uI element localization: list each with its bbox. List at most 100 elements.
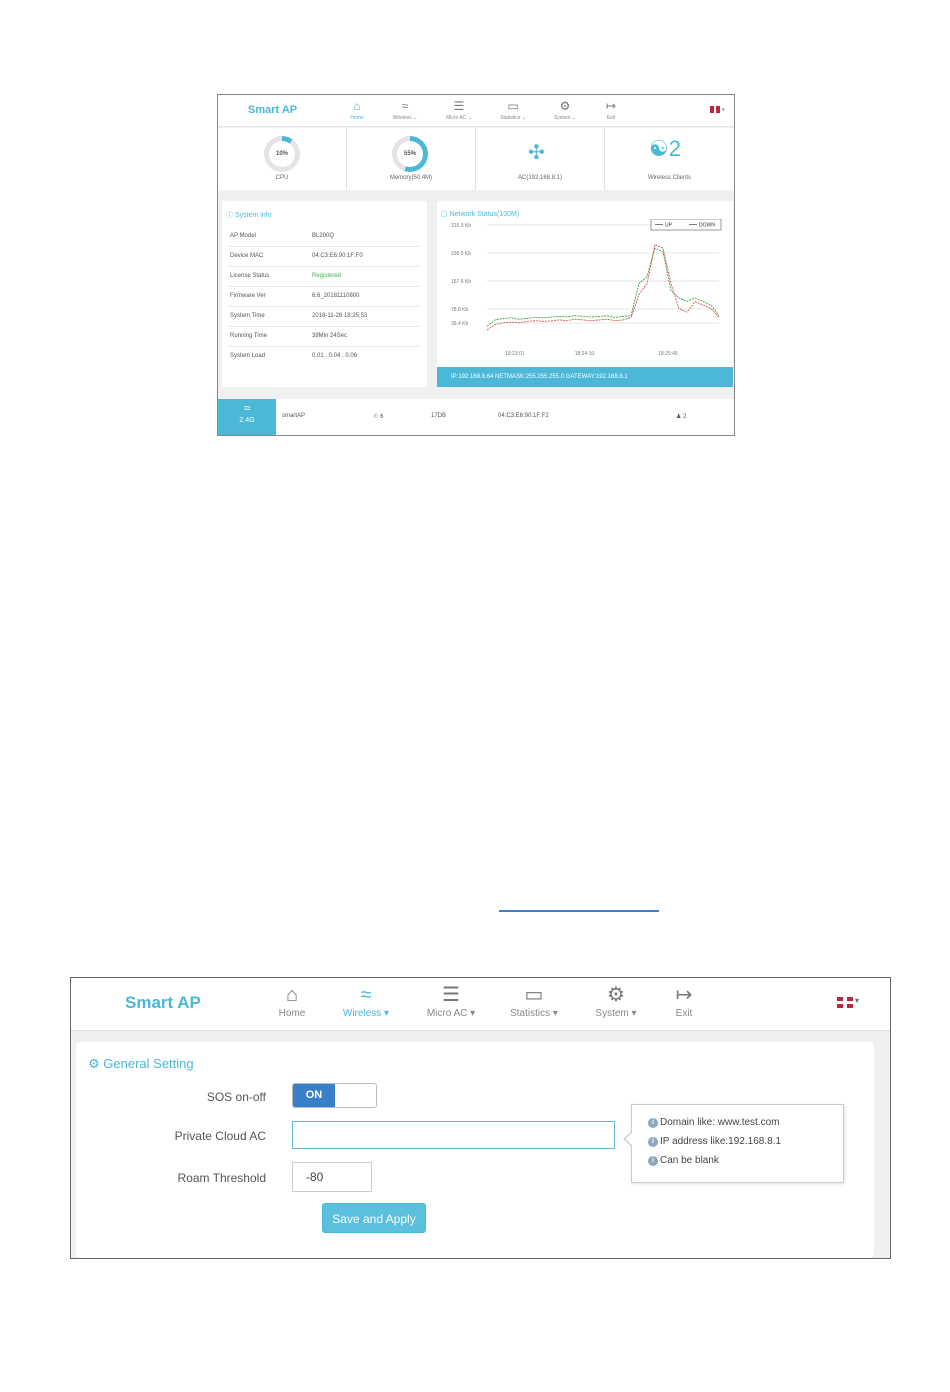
power-value: 17DB [431, 413, 447, 419]
network-status-title-text: Network Status(100M) [449, 211, 520, 218]
sysinfo-row: AP Model BL200Q [228, 227, 420, 247]
monitor-icon: ▭ [507, 99, 519, 113]
sos-toggle[interactable]: ON [292, 1083, 377, 1108]
tooltip-line: i Can be blank [648, 1155, 719, 1166]
sysinfo-key: Running Time [230, 333, 268, 339]
gear-icon: ⚙ [88, 1056, 100, 1071]
client-count-value: 2 [683, 414, 687, 420]
nav-wireless[interactable]: ≈ Wireless ⌄ [380, 97, 430, 121]
sysinfo-row: System Time 2018-11-28 18:25:53 [228, 307, 420, 327]
nav-statistics[interactable]: ▭ Statistics ▾ [489, 982, 579, 1019]
exit-icon: ↦ [675, 984, 693, 1006]
x-tick-label: 18:25:45 [658, 351, 678, 357]
save-and-apply-button[interactable]: Save and Apply [322, 1203, 426, 1233]
users-icon: ☯ [649, 136, 669, 161]
network-traffic-chart: 315.3 Kb 236.5 Kb 157.6 Kb 78.8 Kb 39.4 Kb 18… [451, 219, 722, 357]
y-tick-label: 157.6 Kb [451, 279, 471, 285]
cpu-card: 10% CPU [218, 128, 347, 190]
sysinfo-key: Firmware Ver [230, 293, 266, 299]
client-count-indicator: ♟ 2 [676, 413, 686, 420]
band-badge[interactable]: ≈ 2.4G [218, 399, 276, 435]
y-tick-label: 236.5 Kb [451, 251, 471, 257]
nav-statistics[interactable]: ▭ Statistics ⌄ [488, 97, 538, 121]
nav-exit[interactable]: ↦ Exit [639, 982, 729, 1019]
tooltip-text: IP address like:192.168.8.1 [660, 1136, 782, 1147]
nav-system-label: System ⌄ [553, 115, 577, 121]
nav-system[interactable]: ⚙ System ⌄ [540, 97, 590, 121]
sos-toggle-on-state: ON [293, 1084, 335, 1107]
wifi-icon: ≈ [243, 401, 251, 415]
roam-threshold-label: Roam Threshold [177, 1171, 267, 1185]
tooltip-line: i IP address like:192.168.8.1 [648, 1136, 781, 1147]
sos-label: SOS on-off [206, 1090, 266, 1104]
cpu-label: CPU [275, 175, 289, 181]
sliders-icon: ☰ [442, 984, 460, 1006]
sysinfo-key: System Time [230, 313, 265, 319]
sysinfo-value: 6.6_20181110800 [312, 293, 360, 299]
nav-micro-ac-label: Micro AC ⌄ [446, 115, 472, 121]
nav-exit-label: Exit [675, 1008, 693, 1019]
nav-wireless[interactable]: ≈ Wireless ▾ [321, 982, 411, 1019]
sysinfo-value: 0.01 , 0.04 , 0.06 [312, 353, 358, 359]
nav-wireless-label: Wireless ⌄ [392, 115, 418, 121]
system-info-title-text: System info [234, 212, 272, 219]
top-navbar: Smart AP ⌂ Home ≈ Wireless ⌄ ☰ Micro AC … [218, 95, 734, 127]
home-icon: ⌂ [353, 99, 361, 113]
tooltip-line: i Domain like: www.test.com [648, 1117, 779, 1128]
memory-gauge: 55% [392, 136, 428, 172]
nav-micro-ac[interactable]: ☰ Micro AC ▾ [406, 982, 496, 1019]
sysinfo-value: 39Min 24Sec [312, 333, 348, 339]
info-icon: i [648, 1137, 658, 1147]
sliders-icon: ☰ [453, 99, 465, 113]
bssid-value: 04:C3:E6:90:1F:F2 [498, 413, 549, 419]
clients-card[interactable]: ☯2 Wireless Clients [605, 128, 734, 190]
roam-threshold-input[interactable] [292, 1162, 372, 1192]
language-caret-icon[interactable]: ▾ [722, 107, 725, 113]
antenna-icon: ☉ [373, 414, 379, 420]
gear-icon: ⚙ [559, 99, 571, 113]
cpu-value: 10% [269, 141, 295, 167]
exit-icon: ↦ [605, 99, 617, 113]
tooltip-text: Domain like: www.test.com [660, 1117, 780, 1128]
general-setting-panel: ⚙ General Setting SOS on-off ON Private … [76, 1042, 874, 1258]
user-icon: ♟ [676, 414, 682, 420]
network-status-panel: ▢ Network Status(100M) 315.3 Kb 236.5 Kb 1… [437, 201, 733, 387]
nav-exit[interactable]: ↦ Exit [586, 97, 636, 121]
info-icon: i [648, 1156, 658, 1166]
y-tick-label: 39.4 Kb [451, 321, 468, 327]
stats-strip: 10% CPU 55% Memory(50.4M) ✣ AC(192.168.8… [218, 128, 734, 190]
clients-indicator: ☯2 [649, 136, 681, 162]
nav-wireless-label: Wireless ▾ [342, 1008, 390, 1019]
ac-label: AC(192.168.8.1) [517, 175, 563, 181]
info-icon: i [648, 1118, 658, 1128]
system-info-panel: ⓘ System info AP Model BL200Q Device MAC 0… [222, 201, 427, 387]
language-flag-icon[interactable] [837, 997, 853, 1008]
memory-card: 55% Memory(50.4M) [347, 128, 476, 190]
system-info-title: ⓘ System info [226, 210, 272, 220]
sysinfo-row: System Load 0.01 , 0.04 , 0.06 [228, 347, 420, 367]
nav-statistics-label: Statistics ⌄ [500, 115, 526, 121]
sysinfo-row: License Status Registered [228, 267, 420, 287]
x-tick-label: 18:24:10 [575, 351, 595, 357]
tooltip-text: Can be blank [660, 1155, 719, 1166]
ac-card[interactable]: ✣ AC(192.168.8.1) [476, 128, 605, 190]
legend-label: UP [665, 223, 673, 229]
sysinfo-value: 04:C3:E6:90:1F:F0 [312, 253, 363, 259]
general-setting-screenshot: Smart AP ⌂ Home ≈ Wireless ▾ ☰ Micro AC … [70, 977, 891, 1259]
sysinfo-key: License Status [230, 273, 270, 279]
private-cloud-ac-input[interactable] [292, 1121, 615, 1149]
nav-micro-ac[interactable]: ☰ Micro AC ⌄ [434, 97, 484, 121]
nav-home[interactable]: ⌂ Home [332, 97, 382, 121]
series-line-down [486, 243, 720, 331]
network-info-bar: IP:192.168.8.64 NETMASK:255.255.255.0 GA… [437, 367, 733, 387]
top-navbar: Smart AP ⌂ Home ≈ Wireless ▾ ☰ Micro AC … [71, 978, 890, 1031]
sysinfo-key: System Load [230, 353, 266, 359]
wifi-icon: ≈ [360, 984, 372, 1006]
language-flag-icon[interactable] [710, 106, 720, 113]
language-caret-icon[interactable]: ▾ [855, 996, 859, 1005]
app-logo: Smart AP [248, 104, 298, 116]
series-line-up [486, 247, 720, 327]
sysinfo-key: AP Model [230, 233, 256, 239]
network-status-title: ▢ Network Status(100M) [441, 210, 519, 218]
sysinfo-row: Device MAC 04:C3:E6:90:1F:F0 [228, 247, 420, 267]
